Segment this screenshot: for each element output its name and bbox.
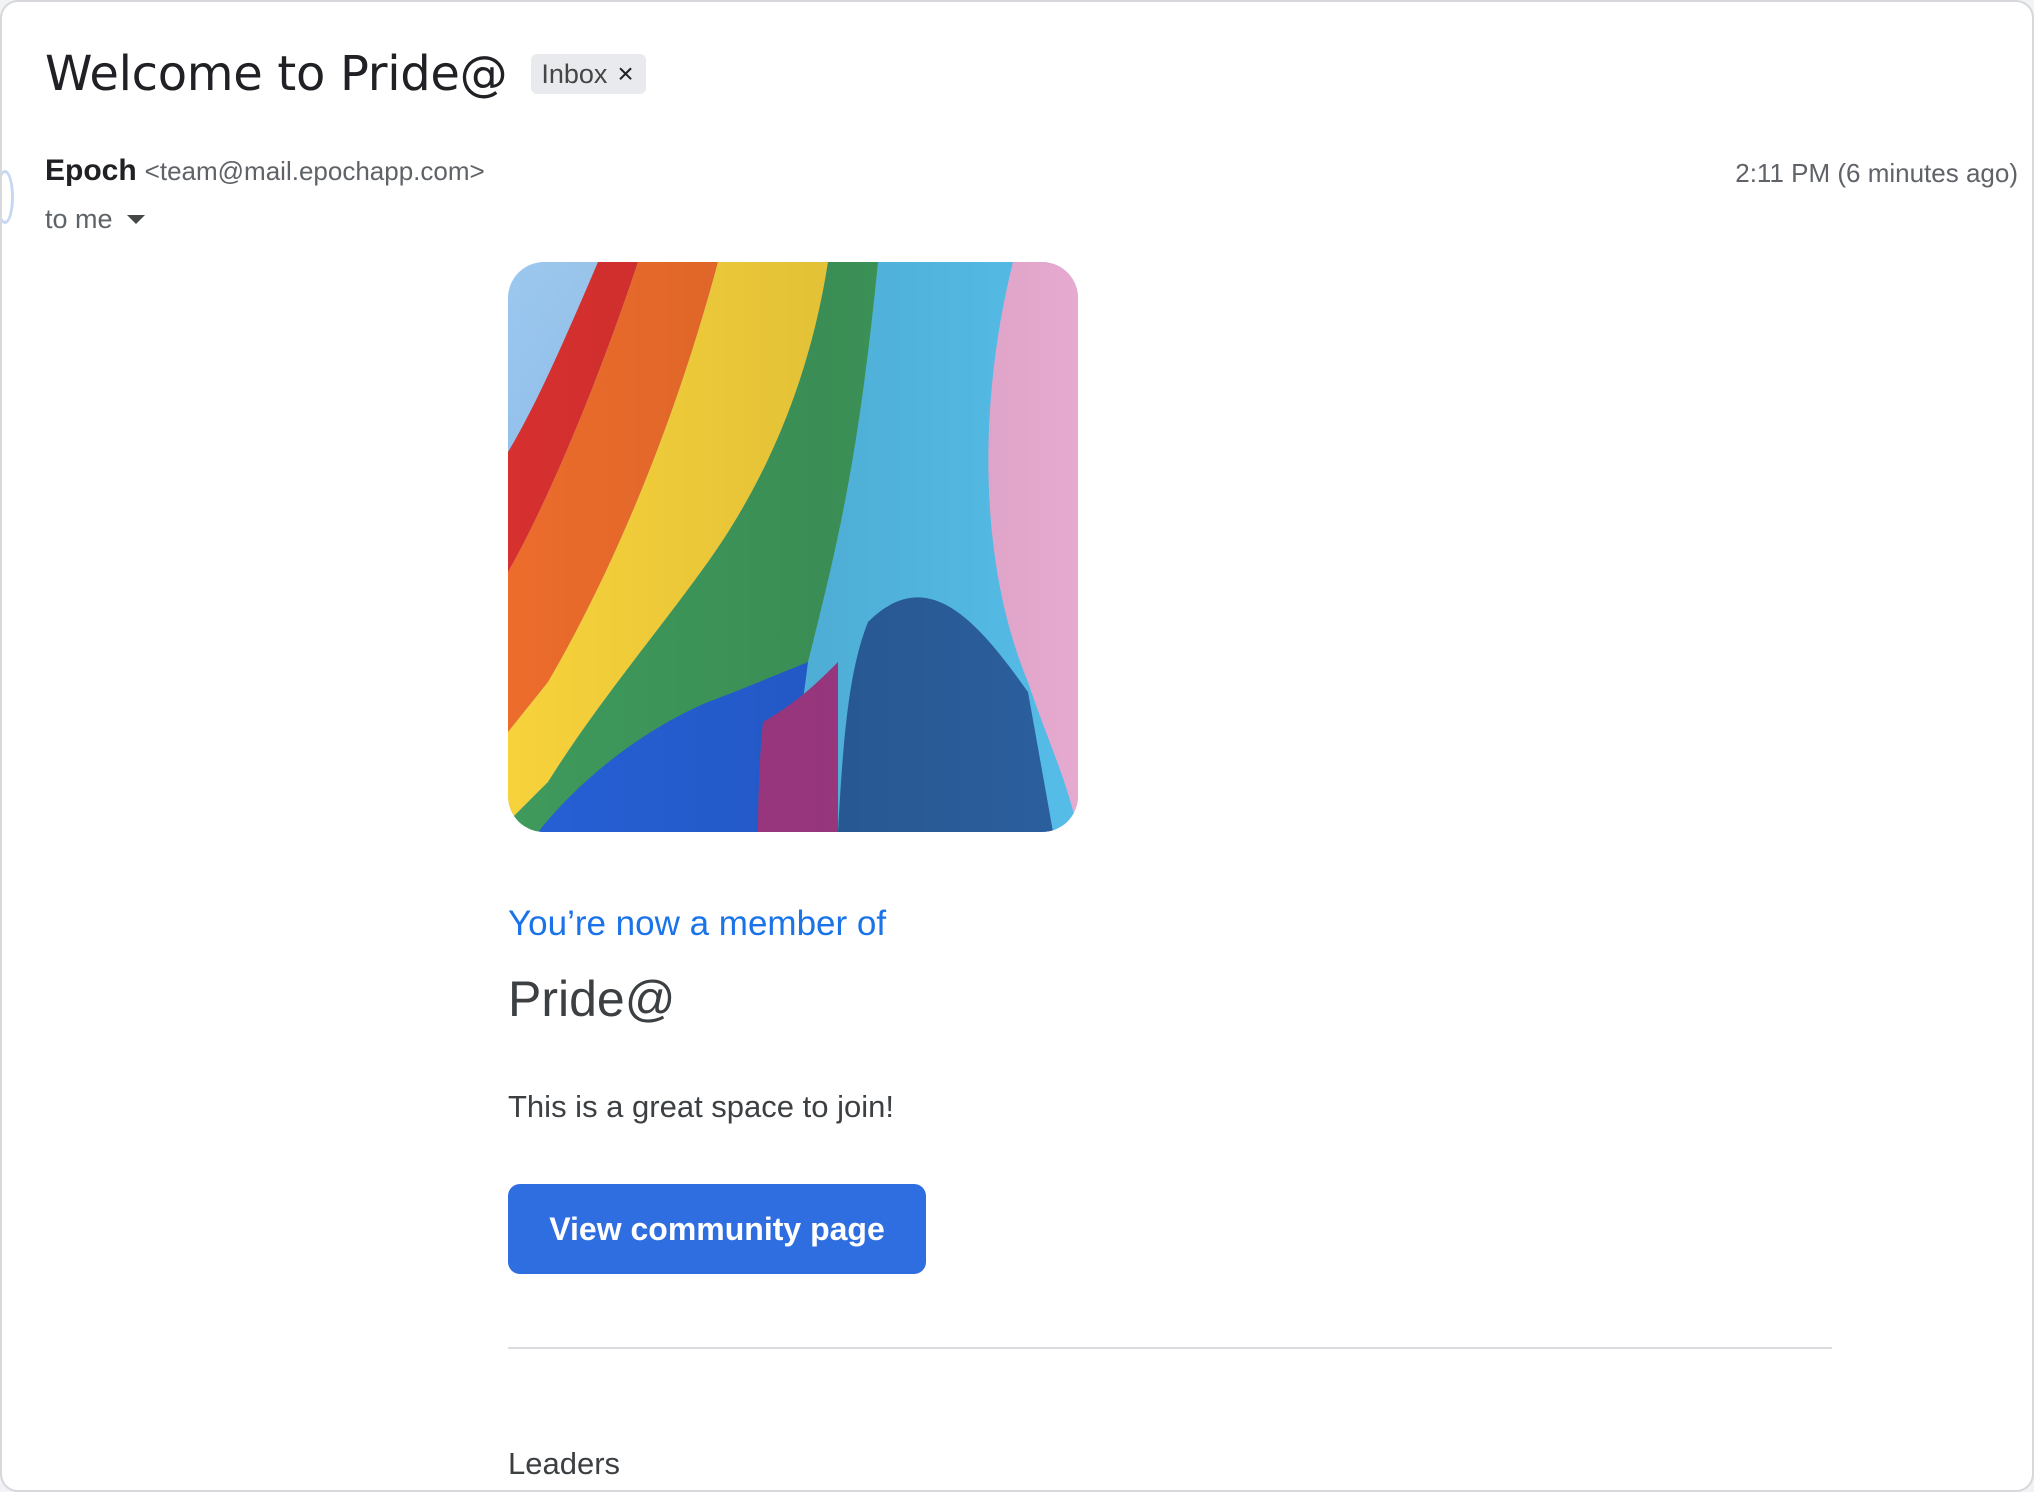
email-subject: Welcome to Pride@ bbox=[45, 46, 508, 102]
chevron-down-icon[interactable] bbox=[126, 215, 145, 224]
view-community-page-button[interactable]: View community page bbox=[508, 1184, 926, 1274]
community-name: Pride@ bbox=[508, 971, 676, 1027]
side-panel-edge bbox=[2, 170, 14, 224]
pride-flag-image bbox=[508, 262, 1078, 832]
sender-row: Epoch <team@mail.epochapp.com> bbox=[45, 154, 485, 188]
rainbow-flag-illustration bbox=[508, 262, 1078, 832]
community-description: This is a great space to join! bbox=[508, 1089, 894, 1124]
subject-row: Welcome to Pride@ Inbox × bbox=[45, 46, 646, 102]
label-chip-text: Inbox bbox=[541, 58, 608, 89]
sender-email: <team@mail.epochapp.com> bbox=[144, 156, 485, 186]
recipient-label: to me bbox=[45, 204, 113, 234]
section-divider bbox=[508, 1347, 1832, 1349]
leaders-heading: Leaders bbox=[508, 1446, 621, 1481]
email-window: Welcome to Pride@ Inbox × Epoch <team@ma… bbox=[0, 0, 2034, 1492]
sender-name[interactable]: Epoch bbox=[45, 154, 137, 188]
email-timestamp: 2:11 PM (6 minutes ago) bbox=[1735, 158, 2018, 188]
membership-heading: You’re now a member of bbox=[508, 904, 887, 943]
inbox-label-chip[interactable]: Inbox × bbox=[531, 54, 646, 94]
recipient-details-toggle[interactable]: to me bbox=[45, 204, 145, 235]
remove-label-icon[interactable]: × bbox=[617, 60, 633, 88]
